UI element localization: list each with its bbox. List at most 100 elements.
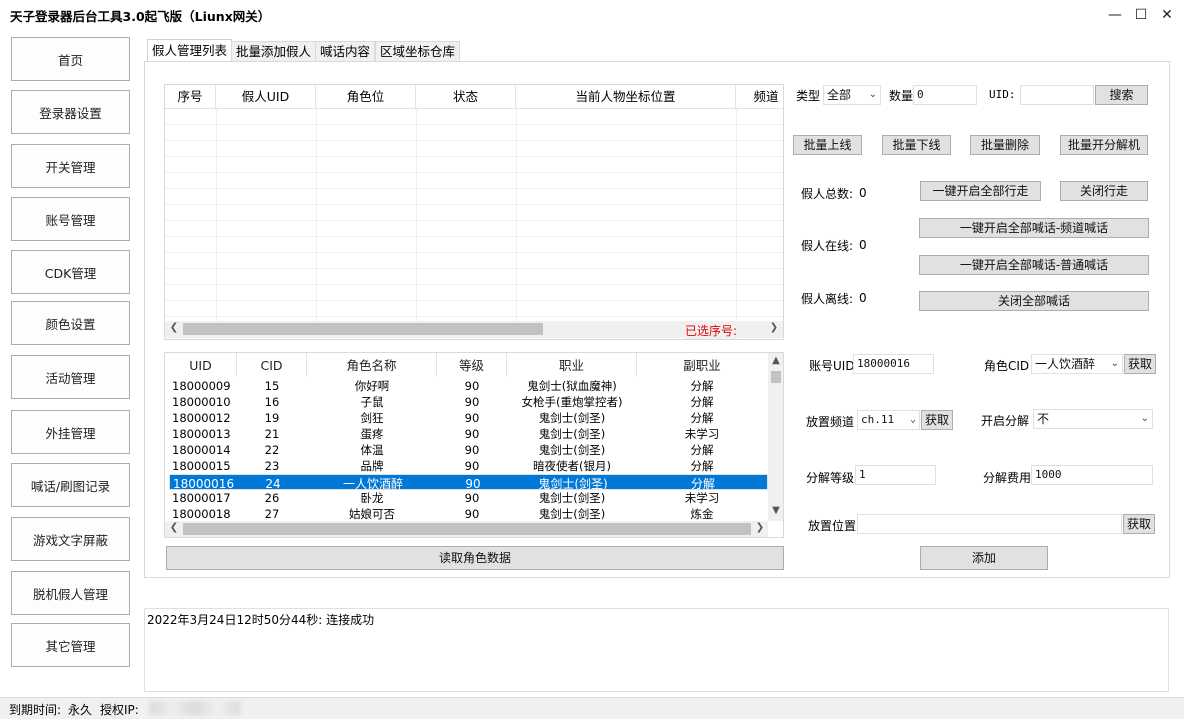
expire-label: 到期时间: bbox=[9, 703, 62, 717]
scroll-up-icon[interactable]: ▲ bbox=[769, 355, 783, 366]
license-ip-blurred bbox=[150, 701, 240, 715]
search-button[interactable]: 搜索 bbox=[1095, 85, 1148, 105]
nav-cdk-management-button[interactable]: CDK管理 bbox=[11, 250, 130, 294]
table-row[interactable]: 18000009 15 你好啊 90 鬼剑士(狱血魔神) 分解 bbox=[169, 378, 768, 394]
role-get-button[interactable]: 获取 bbox=[1124, 354, 1156, 374]
nav-launcher-settings-button[interactable]: 登录器设置 bbox=[11, 90, 130, 134]
column-header[interactable]: 频道 bbox=[736, 85, 783, 109]
batch-online-button[interactable]: 批量上线 bbox=[793, 135, 862, 155]
channel-select[interactable]: ch.11 ⌄ bbox=[857, 410, 920, 430]
expire-value: 永久 bbox=[68, 703, 93, 717]
nav-shout-records-button[interactable]: 喊话/刷图记录 bbox=[11, 463, 130, 507]
nav-offline-bot-button[interactable]: 脱机假人管理 bbox=[11, 571, 130, 615]
nav-account-management-button[interactable]: 账号管理 bbox=[11, 197, 130, 241]
decompose-fee-label: 分解费用 bbox=[983, 471, 1032, 485]
walk-all-button[interactable]: 一键开启全部行走 bbox=[920, 181, 1041, 201]
table-row[interactable]: 18000018 27 姑娘可否 90 鬼剑士(剑圣) 炼金 bbox=[169, 506, 768, 522]
window-title: 天子登录器后台工具3.0起飞版（Liunx网关） bbox=[10, 9, 271, 24]
column-header[interactable]: 序号 bbox=[165, 85, 216, 109]
shout-off-button[interactable]: 关闭全部喊话 bbox=[919, 291, 1149, 311]
channel-get-button[interactable]: 获取 bbox=[921, 410, 953, 430]
tab-shout-content[interactable]: 喊话内容 bbox=[315, 41, 376, 62]
table-row[interactable]: 18000013 21 蛋疼 90 鬼剑士(剑圣) 未学习 bbox=[169, 426, 768, 442]
role-cid-select[interactable]: 一人饮酒醉 ⌄ bbox=[1031, 354, 1123, 374]
scroll-left-icon[interactable]: ❮ bbox=[167, 522, 181, 533]
log-area[interactable]: 2022年3月24日12时50分44秒: 连接成功 bbox=[144, 608, 1169, 692]
bot-list-header: 序号 假人UID 角色位 状态 当前人物坐标位置 频道 bbox=[165, 85, 783, 109]
stop-walk-button[interactable]: 关闭行走 bbox=[1060, 181, 1148, 201]
column-header[interactable]: 等级 bbox=[437, 353, 507, 377]
column-header[interactable]: 职业 bbox=[507, 353, 637, 377]
batch-decompose-button[interactable]: 批量开分解机 bbox=[1060, 135, 1148, 155]
log-line: 2022年3月24日12时50分44秒: 连接成功 bbox=[147, 613, 375, 627]
column-header[interactable]: 假人UID bbox=[216, 85, 316, 109]
bot-list-grid[interactable]: 序号 假人UID 角色位 状态 当前人物坐标位置 频道 ❮ ❯ bbox=[164, 84, 784, 340]
table-row[interactable]: 18000017 26 卧龙 90 鬼剑士(剑圣) 未学习 bbox=[169, 490, 768, 506]
nav-color-settings-button[interactable]: 颜色设置 bbox=[11, 301, 130, 345]
scroll-down-icon[interactable]: ▼ bbox=[769, 505, 783, 516]
online-bots-label: 假人在线: bbox=[801, 239, 854, 253]
read-character-data-button[interactable]: 读取角色数据 bbox=[166, 546, 784, 570]
column-header[interactable]: 角色位 bbox=[316, 85, 416, 109]
tab-bot-list[interactable]: 假人管理列表 bbox=[147, 39, 233, 62]
role-cid-label: 角色CID bbox=[984, 359, 1030, 373]
close-icon[interactable]: ✕ bbox=[1156, 4, 1178, 26]
table-row-selected[interactable]: 18000016 24 一人饮酒醉 90 鬼剑士(剑圣) 分解 bbox=[169, 474, 768, 490]
shout-channel-button[interactable]: 一键开启全部喊话-频道喊话 bbox=[919, 218, 1149, 238]
tab-batch-add-bots[interactable]: 批量添加假人 bbox=[231, 41, 317, 62]
scroll-thumb[interactable] bbox=[771, 371, 781, 383]
shout-normal-button[interactable]: 一键开启全部喊话-普通喊话 bbox=[919, 255, 1149, 275]
column-header[interactable]: 副职业 bbox=[637, 353, 767, 377]
column-header[interactable]: CID bbox=[237, 353, 307, 377]
uid-label: UID: bbox=[989, 88, 1016, 101]
chevron-down-icon: ⌄ bbox=[868, 89, 877, 100]
nav-other-management-button[interactable]: 其它管理 bbox=[11, 623, 130, 667]
column-header[interactable]: 角色名称 bbox=[307, 353, 437, 377]
total-bots-label: 假人总数: bbox=[801, 187, 854, 201]
table-row[interactable]: 18000010 16 子鼠 90 女枪手(重炮掌控者) 分解 bbox=[169, 394, 768, 410]
minimize-icon[interactable]: — bbox=[1104, 4, 1126, 26]
column-header[interactable]: 状态 bbox=[416, 85, 516, 109]
batch-offline-button[interactable]: 批量下线 bbox=[882, 135, 951, 155]
scroll-thumb[interactable] bbox=[183, 523, 751, 535]
scroll-left-icon[interactable]: ❮ bbox=[167, 322, 181, 333]
decompose-level-label: 分解等级 bbox=[806, 471, 855, 485]
scroll-thumb[interactable] bbox=[183, 323, 543, 335]
uid-input[interactable] bbox=[1020, 85, 1094, 105]
table-row[interactable]: 18000012 19 剑狂 90 鬼剑士(剑圣) 分解 bbox=[169, 410, 768, 426]
channel-label: 放置频道 bbox=[806, 415, 855, 429]
position-get-button[interactable]: 获取 bbox=[1123, 514, 1155, 534]
tab-area-coordinates[interactable]: 区域坐标仓库 bbox=[375, 41, 461, 62]
nav-cheat-management-button[interactable]: 外挂管理 bbox=[11, 410, 130, 454]
character-grid[interactable]: UID CID 角色名称 等级 职业 副职业 18000009 15 你好啊 90 鬼剑… bbox=[164, 352, 784, 538]
account-uid-input[interactable]: 18000016 bbox=[853, 354, 934, 374]
character-grid-hscrollbar[interactable]: ❮ ❯ bbox=[165, 521, 768, 537]
online-bots-value: 0 bbox=[859, 238, 867, 252]
account-uid-label: 账号UID bbox=[809, 359, 855, 373]
batch-delete-button[interactable]: 批量删除 bbox=[970, 135, 1040, 155]
character-grid-vscrollbar[interactable]: ▲ ▼ bbox=[768, 353, 783, 521]
decompose-level-input[interactable]: 1 bbox=[855, 465, 936, 485]
total-bots-value: 0 bbox=[859, 186, 867, 200]
scroll-right-icon[interactable]: ❯ bbox=[767, 322, 781, 333]
scroll-right-icon[interactable]: ❯ bbox=[753, 522, 767, 533]
nav-home-button[interactable]: 首页 bbox=[11, 37, 130, 81]
position-label: 放置位置 bbox=[808, 519, 857, 533]
column-header[interactable]: UID bbox=[165, 353, 237, 377]
column-header[interactable]: 当前人物坐标位置 bbox=[516, 85, 736, 109]
table-row[interactable]: 18000014 22 体温 90 鬼剑士(剑圣) 分解 bbox=[169, 442, 768, 458]
nav-activity-management-button[interactable]: 活动管理 bbox=[11, 355, 130, 399]
count-input[interactable]: 0 bbox=[913, 85, 977, 105]
chevron-down-icon: ⌄ bbox=[1110, 358, 1119, 369]
maximize-icon[interactable]: ☐ bbox=[1130, 4, 1152, 26]
add-button[interactable]: 添加 bbox=[920, 546, 1048, 570]
chevron-down-icon: ⌄ bbox=[1140, 413, 1149, 424]
type-select[interactable]: 全部 ⌄ bbox=[823, 85, 881, 105]
nav-text-filter-button[interactable]: 游戏文字屏蔽 bbox=[11, 517, 130, 561]
decompose-fee-input[interactable]: 1000 bbox=[1031, 465, 1153, 485]
table-row[interactable]: 18000015 23 品牌 90 暗夜使者(银月) 分解 bbox=[169, 458, 768, 474]
offline-bots-label: 假人离线: bbox=[801, 292, 854, 306]
nav-switch-management-button[interactable]: 开关管理 bbox=[11, 144, 130, 188]
decompose-select[interactable]: 不 ⌄ bbox=[1033, 409, 1153, 429]
position-input[interactable] bbox=[857, 514, 1122, 534]
